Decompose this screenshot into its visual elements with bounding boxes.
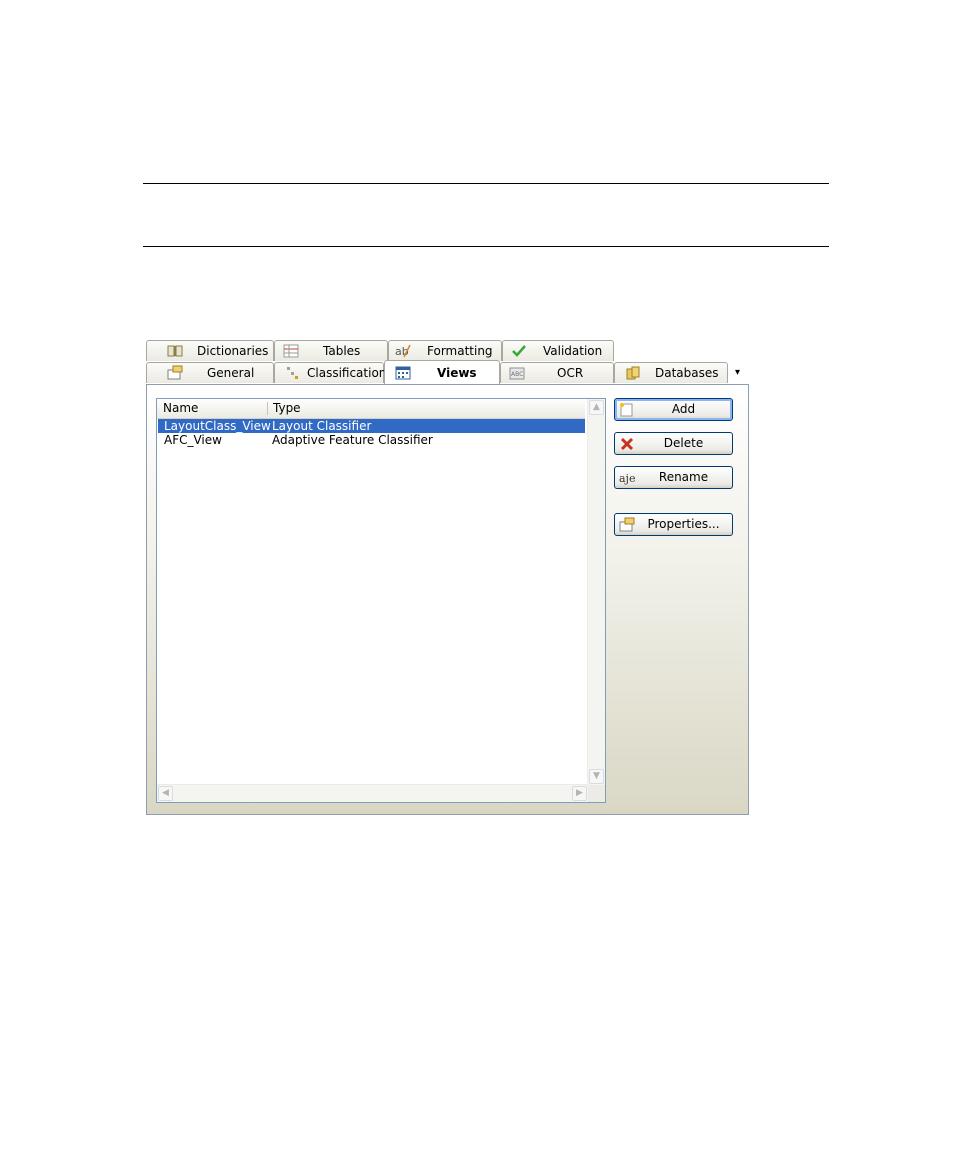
tab-validation[interactable]: Validation [502, 340, 614, 361]
scrollbar-corner [588, 785, 605, 802]
button-label: Delete [663, 436, 704, 450]
tab-tables[interactable]: Tables [274, 340, 388, 361]
book-icon [167, 345, 183, 357]
tab-label: General [207, 366, 255, 380]
item-type: Layout Classifier [272, 419, 372, 433]
button-label: Add [671, 402, 696, 416]
tab-classification[interactable]: Classification [274, 362, 387, 383]
column-header-type[interactable]: Type [273, 401, 301, 415]
tab-formatting[interactable]: ab Formatting [388, 340, 502, 361]
scroll-down-icon[interactable]: ▼ [589, 769, 604, 784]
ocr-icon: ABC [509, 367, 525, 380]
formatting-icon: ab [395, 344, 411, 358]
database-icon [626, 366, 640, 380]
tab-dictionaries[interactable]: Dictionaries [146, 340, 274, 361]
views-icon [395, 366, 411, 380]
project-properties-dialog: Dictionaries Tables ab Formatting Valida… [146, 340, 749, 815]
horizontal-scrollbar[interactable]: ◀ ▶ [157, 784, 588, 802]
column-separator[interactable] [267, 402, 268, 415]
more-tabs-chevron-icon[interactable]: ▾ [735, 367, 740, 378]
views-panel: Name Type LayoutClass_View Layout Classi… [146, 384, 749, 815]
scroll-right-icon[interactable]: ▶ [572, 786, 587, 801]
rename-button[interactable]: aje Rename [614, 466, 733, 489]
svg-text:ABC: ABC [511, 371, 523, 378]
tab-databases[interactable]: Databases [614, 362, 728, 383]
button-label: Properties... [647, 517, 720, 531]
tab-label: Databases [655, 366, 719, 380]
tab-label: Views [437, 366, 477, 380]
vertical-scrollbar[interactable]: ▲ ▼ [587, 399, 605, 785]
delete-x-icon [620, 437, 634, 451]
tab-label: OCR [557, 366, 584, 380]
new-item-icon [620, 403, 633, 417]
tab-label: Tables [323, 344, 361, 358]
tab-ocr[interactable]: ABC OCR [500, 362, 614, 383]
list-header: Name Type [157, 399, 585, 419]
column-header-name[interactable]: Name [163, 401, 198, 415]
tab-label: Validation [543, 344, 603, 358]
properties-icon [167, 365, 183, 380]
properties-icon [619, 517, 635, 532]
item-name: AFC_View [164, 433, 222, 447]
views-list[interactable]: Name Type LayoutClass_View Layout Classi… [156, 398, 606, 803]
rename-icon: aje [619, 472, 635, 485]
scroll-left-icon[interactable]: ◀ [158, 786, 173, 801]
tab-label: Dictionaries [197, 344, 269, 358]
tab-views[interactable]: Views [384, 360, 500, 384]
bottom-rule [143, 246, 829, 247]
properties-button[interactable]: Properties... [614, 513, 733, 536]
tab-label: Formatting [427, 344, 493, 358]
tab-general[interactable]: General [146, 362, 274, 383]
classification-icon [287, 367, 298, 379]
svg-text:aje: aje [619, 472, 635, 485]
list-item[interactable]: LayoutClass_View Layout Classifier [158, 419, 585, 433]
list-item[interactable]: AFC_View Adaptive Feature Classifier [158, 433, 585, 447]
scroll-up-icon[interactable]: ▲ [589, 400, 604, 415]
button-label: Rename [658, 470, 709, 484]
top-rule [143, 183, 829, 184]
delete-button[interactable]: Delete [614, 432, 733, 455]
item-name: LayoutClass_View [164, 419, 271, 433]
item-type: Adaptive Feature Classifier [272, 433, 433, 447]
checkmark-icon [512, 345, 526, 357]
add-button[interactable]: Add [614, 398, 733, 421]
table-icon [283, 344, 299, 358]
tab-label: Classification [307, 366, 387, 380]
